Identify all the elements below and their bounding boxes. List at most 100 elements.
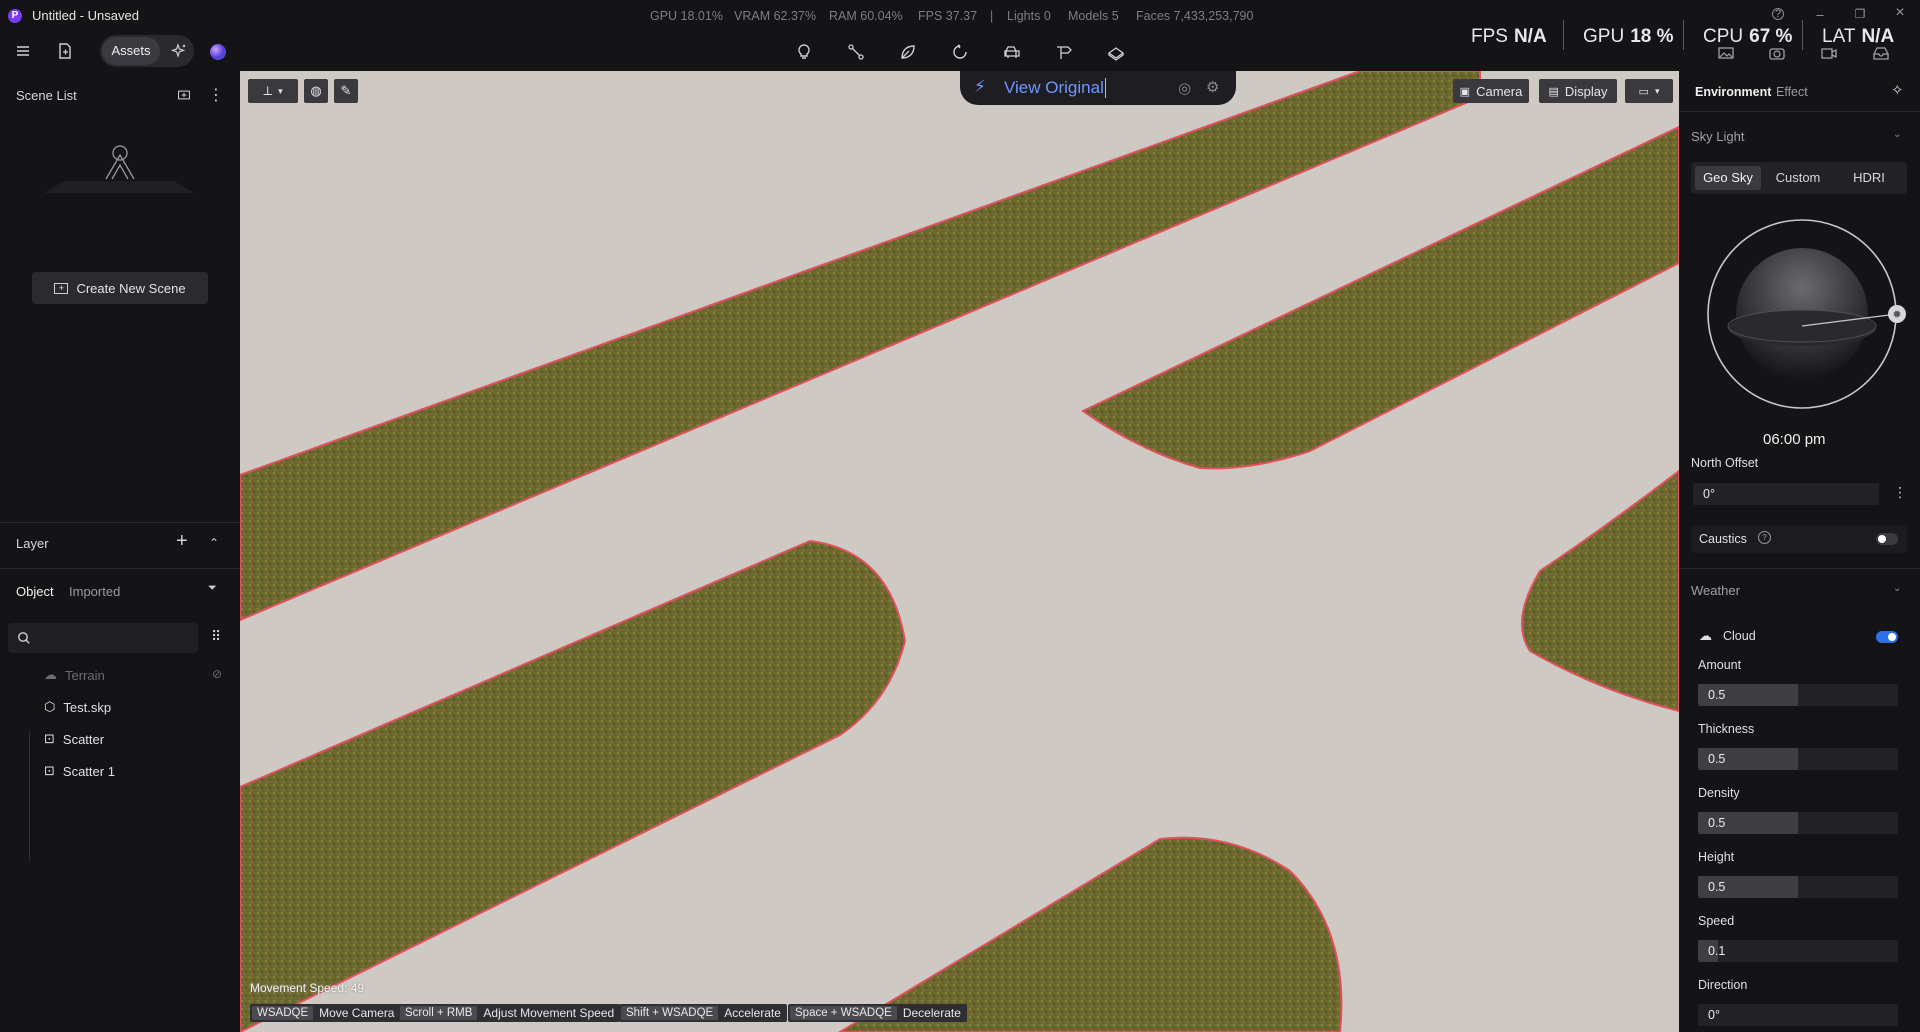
close-icon[interactable]: × bbox=[1892, 4, 1908, 22]
divider bbox=[1802, 20, 1803, 50]
scatter-icon: ⊡ bbox=[44, 731, 55, 746]
hint-action: Accelerate bbox=[724, 1006, 781, 1020]
eyedropper-icon: ✎ bbox=[340, 83, 352, 98]
display-button[interactable]: ▤ Display bbox=[1539, 79, 1617, 103]
tab-imported[interactable]: Imported bbox=[69, 584, 120, 599]
tree-item-terrain[interactable]: ☁ Terrain bbox=[44, 665, 105, 685]
car-icon[interactable] bbox=[999, 39, 1025, 65]
chevron-down-icon[interactable]: ⌄ bbox=[1893, 129, 1901, 140]
cloud-icon: ☁ bbox=[1699, 628, 1712, 643]
lens-icon[interactable]: ◎ bbox=[1178, 79, 1191, 97]
help-icon[interactable]: ? bbox=[1772, 8, 1784, 20]
video-icon[interactable] bbox=[1816, 40, 1842, 66]
add-scene-icon[interactable] bbox=[172, 83, 196, 107]
3d-viewport[interactable]: ⟂ ▾ ◍ ✎ ⚡ View Original ◎ ⚙ ▣ Camera ▤ Disp… bbox=[240, 71, 1679, 1032]
image-icon[interactable] bbox=[1713, 40, 1739, 66]
tree-item-test-skp[interactable]: ⬡ Test.skp bbox=[44, 697, 111, 717]
tab-object[interactable]: Object bbox=[16, 584, 54, 599]
right-panel: Environment Effect ✧ Sky Light ⌄ Geo Sky… bbox=[1679, 71, 1920, 1032]
settings-icon[interactable]: ⚙ bbox=[1206, 78, 1219, 96]
amount-slider[interactable]: 0.5 bbox=[1698, 684, 1898, 706]
sky-mode-hdri[interactable]: HDRI bbox=[1835, 166, 1903, 190]
view-original-button[interactable]: View Original bbox=[1004, 78, 1106, 98]
assets-button[interactable]: Assets bbox=[102, 37, 160, 65]
chevron-down-icon: ▾ bbox=[1654, 85, 1660, 96]
more-vertical-icon[interactable]: ⋮ bbox=[1893, 484, 1907, 501]
add-layer-icon[interactable]: + bbox=[176, 530, 188, 553]
movement-speed: Movement Speed: 49 bbox=[250, 981, 365, 995]
search-input[interactable] bbox=[8, 623, 198, 653]
camera-icon[interactable] bbox=[1764, 40, 1790, 66]
sky-mode-custom[interactable]: Custom bbox=[1765, 166, 1831, 190]
minimize-icon[interactable]: – bbox=[1812, 7, 1828, 22]
tab-environment[interactable]: Environment bbox=[1695, 85, 1771, 99]
sky-mode-geo-sky[interactable]: Geo Sky bbox=[1695, 166, 1761, 190]
search-field[interactable] bbox=[36, 627, 190, 649]
create-new-scene-button[interactable]: + Create New Scene bbox=[32, 272, 208, 304]
layer-title: Layer bbox=[16, 536, 49, 551]
tree-item-label: Scatter bbox=[62, 731, 105, 747]
window-title: Untitled - Unsaved bbox=[32, 8, 139, 23]
sparkle-icon[interactable] bbox=[166, 38, 192, 64]
thickness-slider[interactable]: 0.5 bbox=[1698, 748, 1898, 770]
tree-item-label: Scatter 1 bbox=[62, 763, 115, 779]
hidden-eye-icon[interactable]: ⊘ bbox=[212, 667, 222, 681]
hint-action: Adjust Movement Speed bbox=[483, 1006, 615, 1020]
axis-icon: ⟂ bbox=[263, 83, 273, 98]
magic-wand-off-icon: ⚡ bbox=[974, 77, 986, 96]
grid-view-icon[interactable]: ⠿ bbox=[211, 628, 221, 645]
divider bbox=[1683, 20, 1684, 50]
hint-action: Move Camera bbox=[319, 1006, 395, 1020]
display-icon: ▤ bbox=[1548, 85, 1559, 98]
globe-button[interactable]: ◍ bbox=[304, 79, 328, 103]
path-icon[interactable] bbox=[843, 39, 869, 65]
screen-options-button[interactable]: ▭ ▾ bbox=[1625, 79, 1673, 103]
scatter-icon: ⊡ bbox=[44, 763, 55, 778]
tree-item-scatter[interactable]: ⊡ Scatter bbox=[44, 729, 104, 749]
restore-icon[interactable]: ❐ bbox=[1852, 7, 1868, 21]
more-vertical-icon[interactable]: ⋮ bbox=[204, 83, 228, 107]
camera-button[interactable]: ▣ Camera bbox=[1453, 79, 1529, 103]
transform-mode-button[interactable]: ⟂ ▾ bbox=[248, 79, 298, 103]
light-bulb-icon[interactable] bbox=[791, 39, 817, 65]
ai-orb-icon[interactable] bbox=[210, 44, 226, 60]
north-offset-field[interactable]: 0° bbox=[1693, 483, 1879, 505]
terrain-icon[interactable] bbox=[1103, 39, 1129, 65]
search-icon bbox=[18, 632, 30, 644]
scene-list-title: Scene List bbox=[16, 88, 77, 103]
stat-models: Models 5 bbox=[1068, 9, 1119, 23]
camera-label: Camera bbox=[1476, 83, 1523, 99]
chevron-down-icon[interactable]: ⌄ bbox=[1893, 583, 1901, 594]
height-slider[interactable]: 0.5 bbox=[1698, 876, 1898, 898]
speed-slider[interactable]: 0.1 bbox=[1698, 940, 1898, 962]
sky-light-title: Sky Light bbox=[1691, 129, 1745, 144]
menu-icon[interactable] bbox=[10, 38, 36, 64]
info-icon[interactable]: ? bbox=[1758, 531, 1771, 544]
collapse-icon[interactable]: ⌃ bbox=[209, 536, 219, 550]
filter-icon[interactable]: ⏷ bbox=[208, 582, 217, 595]
weather-title: Weather bbox=[1691, 583, 1740, 598]
rotate-icon[interactable] bbox=[947, 39, 973, 65]
sparkle-icon[interactable]: ✧ bbox=[1891, 81, 1904, 99]
eyedropper-button[interactable]: ✎ bbox=[334, 79, 358, 103]
sun-position-dial[interactable]: ✹ bbox=[1706, 218, 1906, 414]
tab-effect[interactable]: Effect bbox=[1776, 85, 1808, 99]
cloud-toggle[interactable] bbox=[1876, 631, 1898, 643]
leaf-icon[interactable] bbox=[895, 39, 921, 65]
prop-label: Speed bbox=[1698, 914, 1735, 928]
direction-slider[interactable]: 0° bbox=[1698, 1004, 1898, 1026]
chevron-down-icon: ▾ bbox=[278, 85, 283, 96]
scene-add-icon: + bbox=[54, 282, 69, 294]
hint-decelerate: Space + WSADQE Decelerate bbox=[788, 1004, 967, 1022]
prop-label: Thickness bbox=[1698, 722, 1755, 736]
hint-accelerate: Shift + WSADQE Accelerate bbox=[619, 1004, 787, 1022]
density-slider[interactable]: 0.5 bbox=[1698, 812, 1898, 834]
tree-item-scatter-1[interactable]: ⊡ Scatter 1 bbox=[44, 761, 115, 781]
tray-icon[interactable] bbox=[1868, 40, 1894, 66]
display-label: Display bbox=[1564, 83, 1608, 99]
perf-gpu: GPU 18 % bbox=[1583, 26, 1674, 47]
document-icon[interactable] bbox=[52, 38, 78, 64]
scene-render bbox=[240, 71, 1679, 1032]
caustics-toggle[interactable] bbox=[1876, 533, 1898, 545]
signpost-icon[interactable] bbox=[1051, 39, 1077, 65]
